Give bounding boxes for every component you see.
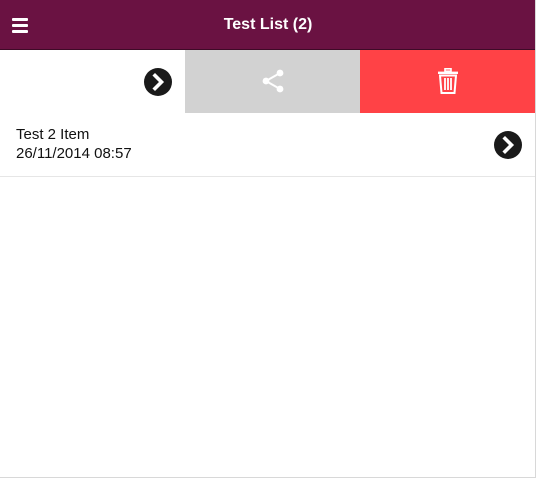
trash-icon [438,68,458,94]
share-button[interactable] [185,50,360,113]
header-bar: Test List (2) [0,0,535,50]
hamburger-line [12,30,28,33]
list-item[interactable]: Test 2 Item 26/11/2014 08:57 [0,113,535,177]
share-icon [262,69,284,93]
page-title: Test List (2) [223,16,313,33]
chevron-right-circle-icon[interactable] [144,68,172,96]
app-screen: Test List (2) Test 2 Item 26/11/2014 08:… [0,0,536,478]
hamburger-line [12,24,28,27]
item-title: Test 2 Item [16,126,90,143]
swiped-list-item[interactable] [0,50,535,113]
swiped-item-content[interactable] [0,50,185,113]
hamburger-menu-icon [12,18,28,21]
menu-button[interactable] [7,13,33,37]
chevron-right-circle-icon[interactable] [494,131,522,159]
item-date: 26/11/2014 08:57 [16,145,132,162]
delete-button[interactable] [360,50,535,113]
